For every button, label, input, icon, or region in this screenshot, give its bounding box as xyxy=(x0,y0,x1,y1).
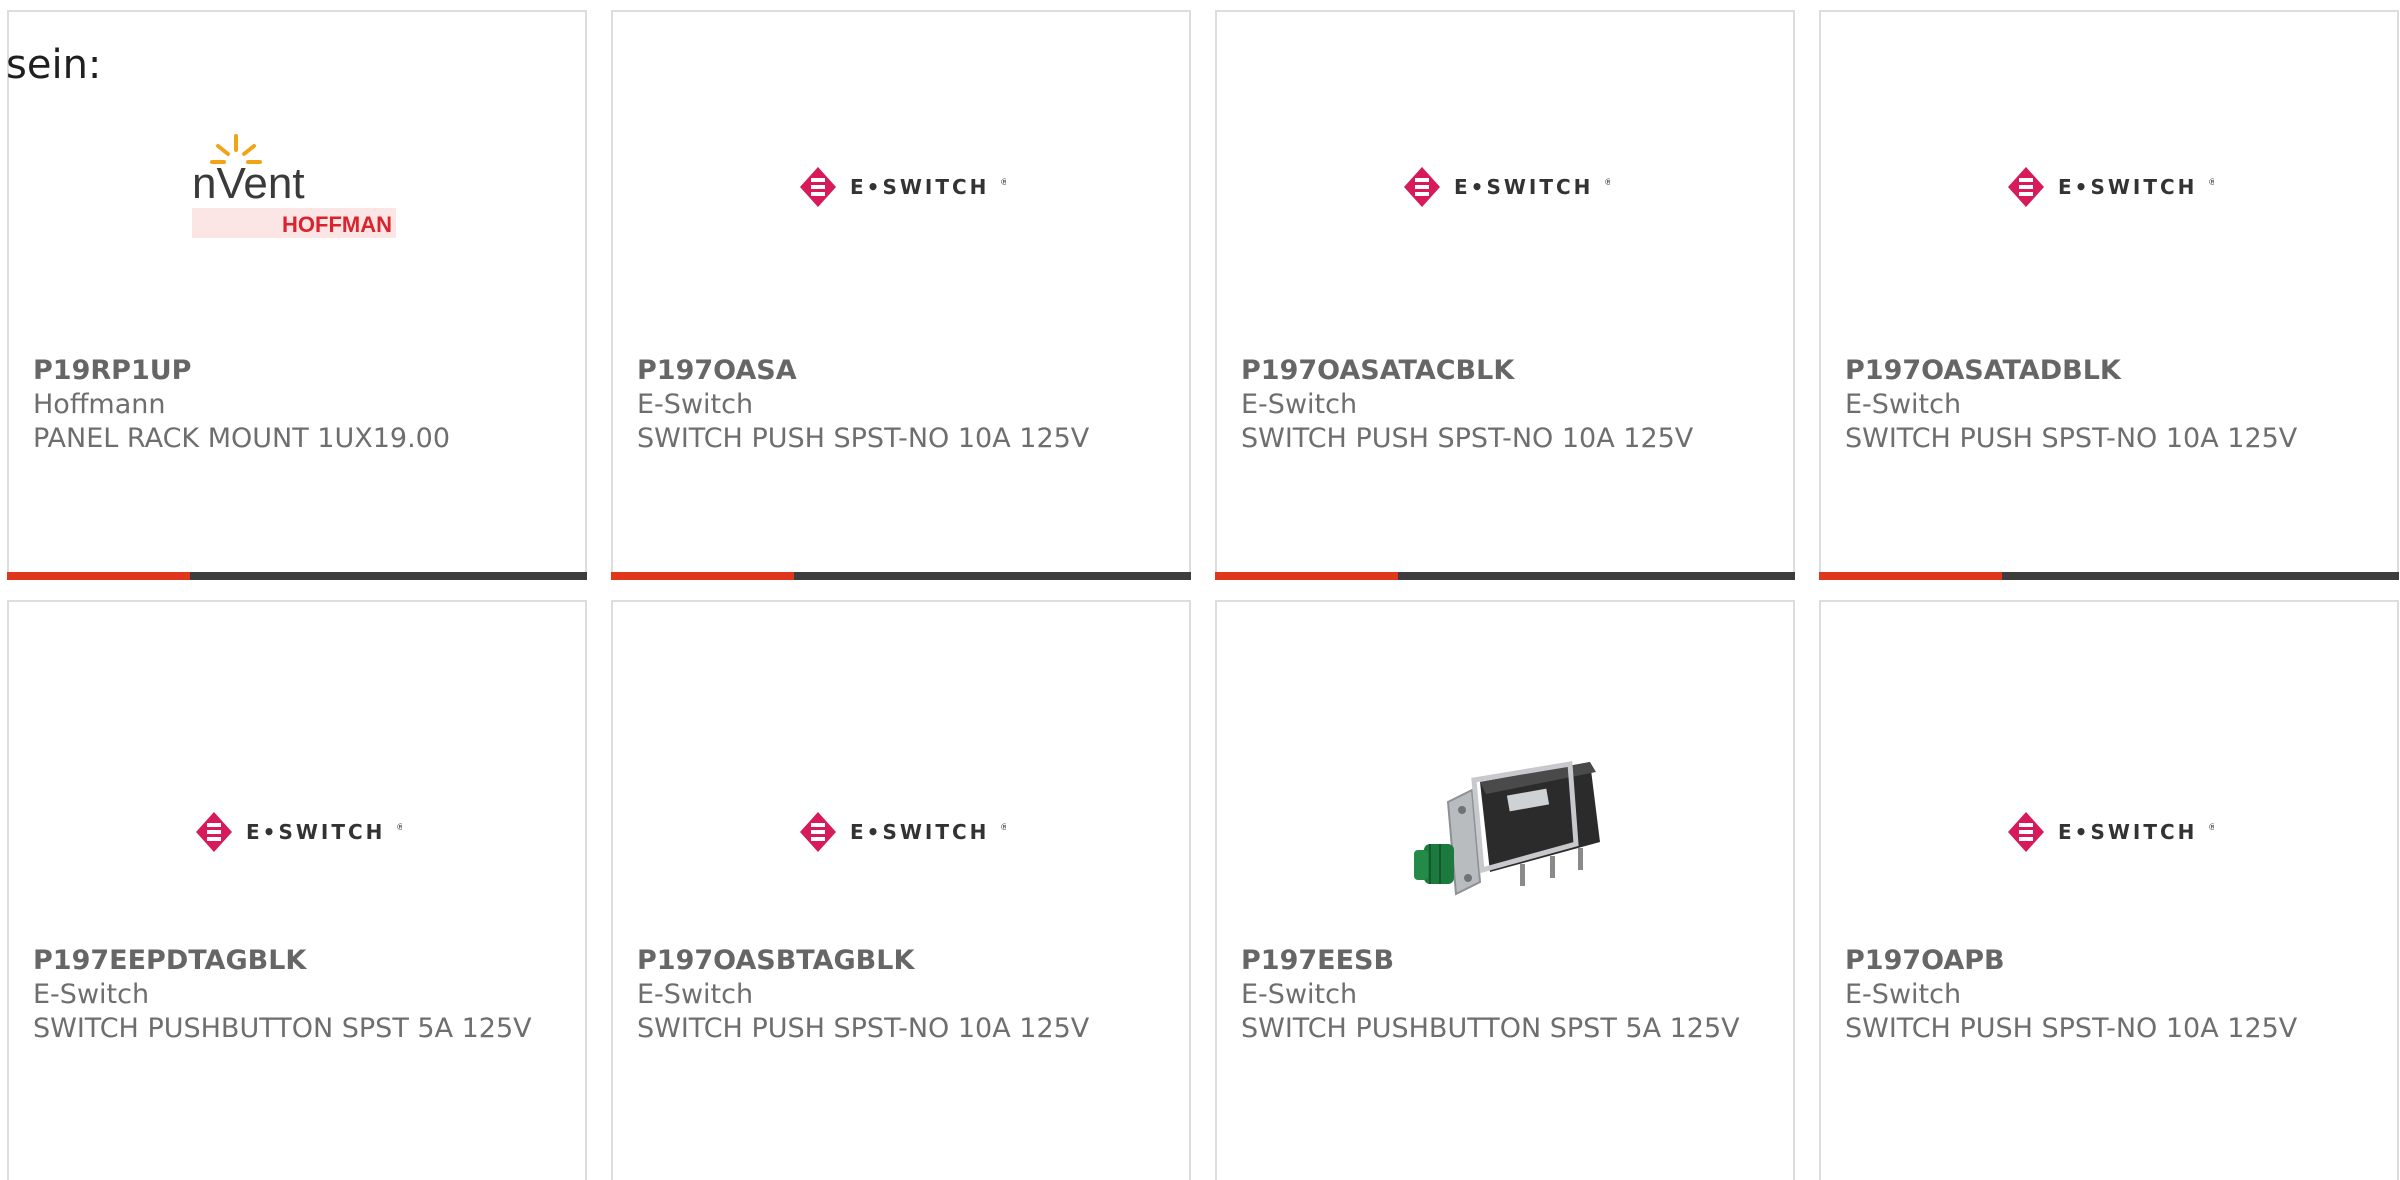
manufacturer: E-Switch xyxy=(1241,389,1358,420)
product-image: E•SWITCH ® xyxy=(1217,132,1793,242)
description: PANEL RACK MOUNT 1UX19.00 xyxy=(33,423,451,454)
card-bottom-bar xyxy=(611,572,1191,580)
manufacturer: Hoffmann xyxy=(33,389,166,420)
svg-text:®: ® xyxy=(1000,823,1006,833)
card-bottom-bar xyxy=(1819,572,2399,580)
product-image: nVent HOFFMAN xyxy=(9,132,585,242)
svg-text:E•SWITCH: E•SWITCH xyxy=(1454,175,1593,199)
product-card[interactable]: E•SWITCH ® P197OASATADBLK E-Switch SWITC… xyxy=(1819,10,2399,580)
part-number: P19RP1UP xyxy=(33,355,192,386)
svg-text:®: ® xyxy=(2208,823,2214,833)
eswitch-logo: E•SWITCH ® xyxy=(800,812,1006,852)
description: SWITCH PUSH SPST-NO 10A 125V xyxy=(1845,1013,2298,1044)
product-card[interactable]: E•SWITCH ® P197EEPDTAGBLK E-Switch SWITC… xyxy=(7,600,587,1180)
svg-text:E•SWITCH: E•SWITCH xyxy=(850,820,989,844)
description: SWITCH PUSH SPST-NO 10A 125V xyxy=(1241,423,1694,454)
product-card[interactable]: E•SWITCH ® P197OASA E-Switch SWITCH PUSH… xyxy=(611,10,1191,580)
intro-text: sein: xyxy=(6,42,102,88)
description: SWITCH PUSH SPST-NO 10A 125V xyxy=(637,423,1090,454)
description: SWITCH PUSHBUTTON SPST 5A 125V xyxy=(1241,1013,1740,1044)
card-bottom-bar xyxy=(7,572,587,580)
product-image: E•SWITCH ® xyxy=(9,712,585,952)
svg-text:®: ® xyxy=(1604,178,1610,188)
svg-text:E•SWITCH: E•SWITCH xyxy=(2058,175,2197,199)
svg-text:®: ® xyxy=(1000,178,1006,188)
product-image: E•SWITCH ® xyxy=(613,712,1189,952)
manufacturer: E-Switch xyxy=(637,979,754,1010)
eswitch-logo: E•SWITCH ® xyxy=(1404,167,1610,207)
part-number: P197OASATADBLK xyxy=(1845,355,2121,386)
product-image: E•SWITCH ® xyxy=(1821,132,2397,242)
svg-text:E•SWITCH: E•SWITCH xyxy=(246,820,385,844)
product-card[interactable]: E•SWITCH ® P197OASBTAGBLK E-Switch SWITC… xyxy=(611,600,1191,1180)
pushbutton-switch-photo xyxy=(1414,761,1600,896)
manufacturer: E-Switch xyxy=(1845,389,1962,420)
product-card[interactable]: E•SWITCH ® P197OASATACBLK E-Switch SWITC… xyxy=(1215,10,1795,580)
svg-text:nVent: nVent xyxy=(192,159,305,208)
eswitch-logo: E•SWITCH ® xyxy=(196,812,402,852)
part-number: P197OASATACBLK xyxy=(1241,355,1515,386)
product-image xyxy=(1217,712,1793,952)
part-number: P197OAPB xyxy=(1845,945,2005,976)
nvent-hoffman-logo: nVent HOFFMAN xyxy=(192,134,396,238)
description: SWITCH PUSH SPST-NO 10A 125V xyxy=(1845,423,2298,454)
product-card[interactable]: nVent HOFFMAN P19RP1UP Hoffmann PANEL RA… xyxy=(7,10,587,580)
svg-text:HOFFMAN: HOFFMAN xyxy=(282,212,392,237)
svg-text:E•SWITCH: E•SWITCH xyxy=(850,175,989,199)
product-card[interactable]: E•SWITCH ® P197OAPB E-Switch SWITCH PUSH… xyxy=(1819,600,2399,1180)
part-number: P197OASBTAGBLK xyxy=(637,945,915,976)
eswitch-logo: E•SWITCH ® xyxy=(800,167,1006,207)
eswitch-logo: E•SWITCH ® xyxy=(2008,167,2214,207)
part-number: P197OASA xyxy=(637,355,797,386)
card-bottom-bar xyxy=(1215,572,1795,580)
svg-text:E•SWITCH: E•SWITCH xyxy=(2058,820,2197,844)
eswitch-logo: E•SWITCH ® xyxy=(2008,812,2214,852)
part-number: P197EEPDTAGBLK xyxy=(33,945,307,976)
description: SWITCH PUSHBUTTON SPST 5A 125V xyxy=(33,1013,532,1044)
product-card[interactable]: P197EESB E-Switch SWITCH PUSHBUTTON SPST… xyxy=(1215,600,1795,1180)
manufacturer: E-Switch xyxy=(33,979,150,1010)
manufacturer: E-Switch xyxy=(1845,979,1962,1010)
svg-text:®: ® xyxy=(2208,178,2214,188)
product-image: E•SWITCH ® xyxy=(1821,712,2397,952)
product-image: E•SWITCH ® xyxy=(613,132,1189,242)
svg-text:®: ® xyxy=(396,823,402,833)
description: SWITCH PUSH SPST-NO 10A 125V xyxy=(637,1013,1090,1044)
manufacturer: E-Switch xyxy=(637,389,754,420)
part-number: P197EESB xyxy=(1241,945,1395,976)
manufacturer: E-Switch xyxy=(1241,979,1358,1010)
